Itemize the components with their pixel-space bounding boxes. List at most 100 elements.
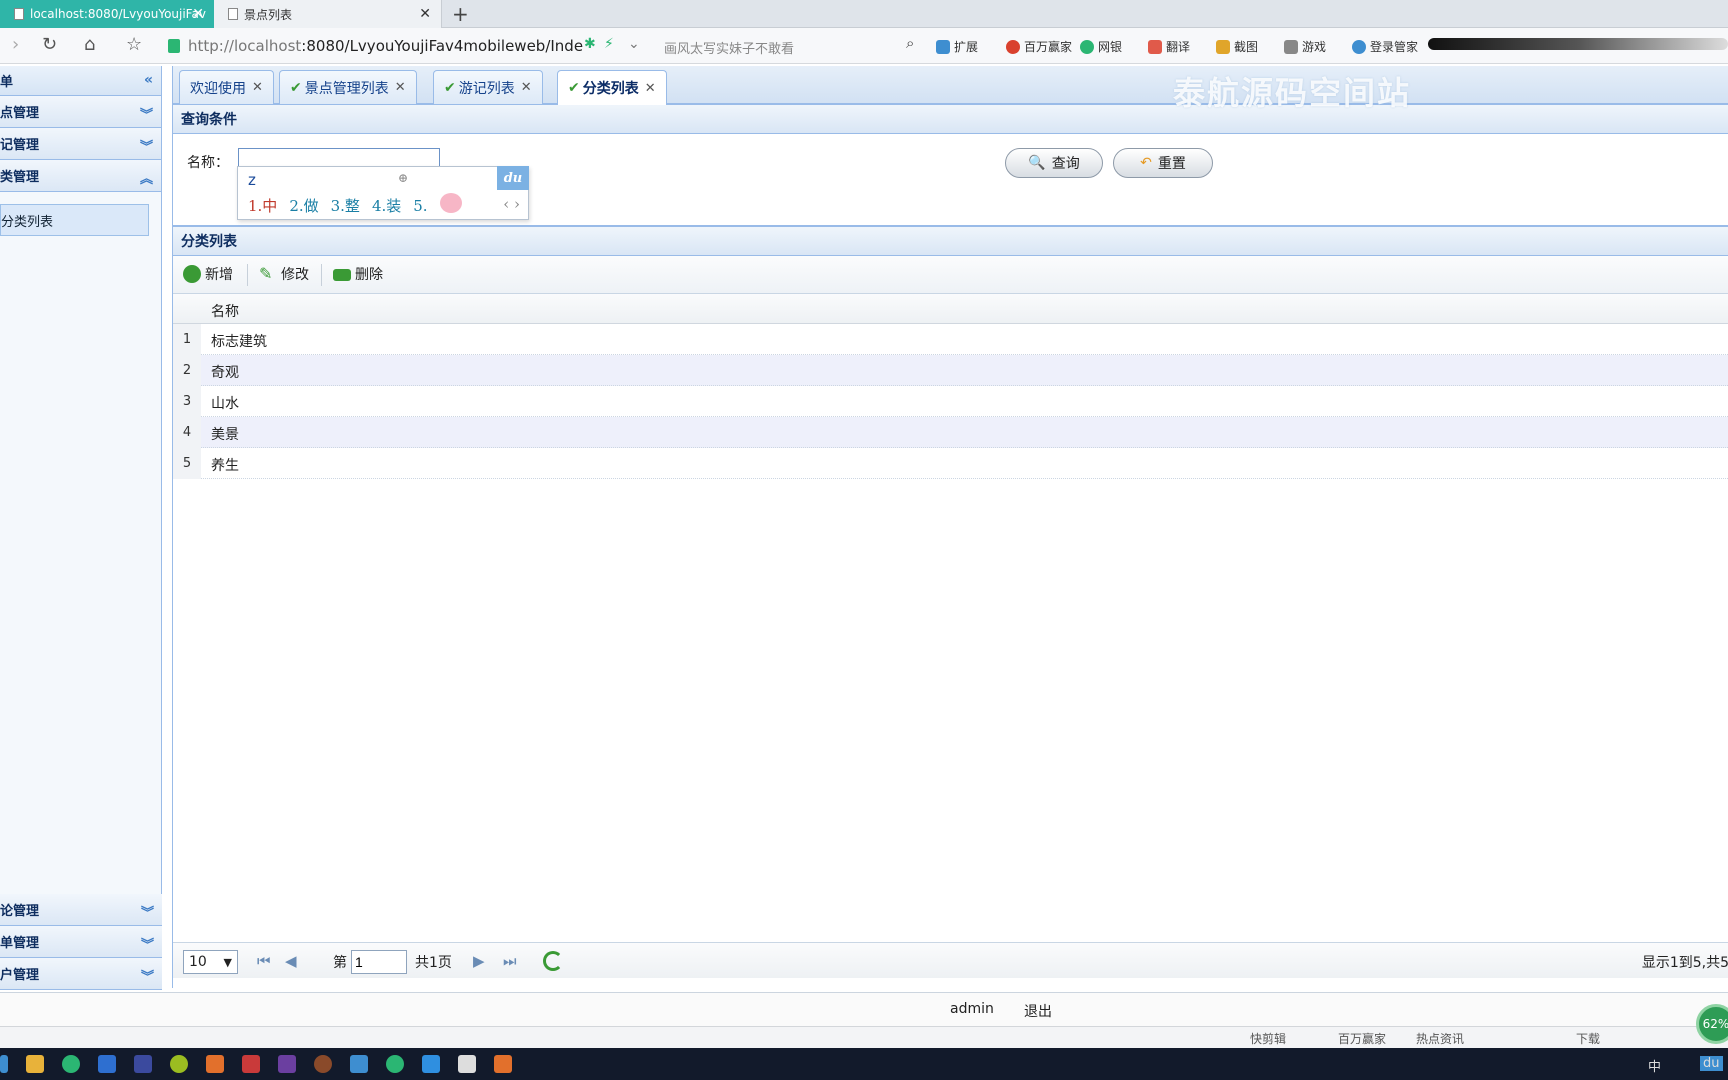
close-icon[interactable]: ✕ <box>395 80 406 95</box>
search-input[interactable]: 画风太写实妹子不敢看 <box>664 38 794 57</box>
search-icon[interactable]: ⌕ <box>906 34 914 52</box>
ime-candidate[interactable]: 5. <box>413 197 427 215</box>
page-number-input[interactable] <box>351 950 407 974</box>
ime-du-indicator[interactable]: du <box>1700 1056 1723 1071</box>
app-icon[interactable] <box>386 1055 404 1073</box>
url-field[interactable]: http://localhost:8080/LvyouYoujiFav4mobi… <box>168 33 648 59</box>
add-button[interactable]: 新增 <box>183 264 233 284</box>
refresh-icon[interactable] <box>543 951 563 971</box>
menu-section-label: 点管理 <box>0 106 40 121</box>
query-panel-title: 查询条件 <box>173 104 1728 134</box>
app-icon[interactable] <box>350 1055 368 1073</box>
folder-icon[interactable] <box>26 1055 44 1073</box>
table-row[interactable]: 1 标志建筑 <box>173 324 1728 355</box>
last-page-icon[interactable]: ⏭ <box>503 952 517 970</box>
tab-category-list[interactable]: ✔ 分类列表 ✕ <box>557 70 667 105</box>
emoji-pig-icon[interactable] <box>440 193 462 213</box>
speed-badge[interactable]: 62% <box>1696 1004 1728 1044</box>
app-icon[interactable] <box>242 1055 260 1073</box>
status-quickclip[interactable]: 快剪辑 <box>1250 1030 1286 1047</box>
close-icon[interactable]: ✕ <box>192 6 204 22</box>
delete-icon <box>333 269 351 281</box>
collapse-left-icon[interactable]: « <box>144 72 153 88</box>
table-row[interactable]: 3 山水 <box>173 386 1728 417</box>
undo-arrow-icon: ↶ <box>1140 155 1152 171</box>
app-icon[interactable] <box>278 1055 296 1073</box>
tab-travelnote-list[interactable]: ✔ 游记列表 ✕ <box>433 70 543 104</box>
status-bwyj[interactable]: 百万赢家 <box>1338 1030 1386 1047</box>
menu-section-travelnote[interactable]: 记管理 ︾ <box>0 128 161 160</box>
browser-tab-inactive[interactable]: 景点列表 ✕ <box>214 0 442 28</box>
table-row[interactable]: 5 养生 <box>173 448 1728 479</box>
ext-translate[interactable]: 翻译 <box>1148 38 1190 55</box>
app-icon[interactable] <box>458 1055 476 1073</box>
ext-screenshot[interactable]: 截图 <box>1216 38 1258 55</box>
ext-bank[interactable]: 网银 <box>1080 38 1122 55</box>
app-icon[interactable] <box>98 1055 116 1073</box>
app-icon[interactable] <box>134 1055 152 1073</box>
ext-bwyj[interactable]: 百万赢家 <box>1006 38 1072 55</box>
browser-tab-active[interactable]: localhost:8080/LvyouYoujiFav ✕ <box>0 0 214 28</box>
status-download[interactable]: 下载 <box>1576 1030 1600 1047</box>
reload-icon[interactable]: ↻ <box>42 34 57 55</box>
ext-label: 百万赢家 <box>1024 40 1073 54</box>
table-row[interactable]: 4 美景 <box>173 417 1728 448</box>
forward-icon[interactable]: › <box>12 34 19 55</box>
ext-login[interactable]: 登录管家 <box>1352 38 1418 55</box>
table-row[interactable]: 2 奇观 <box>173 355 1728 386</box>
sidebar-item-category-list[interactable]: 分类列表 <box>0 204 149 236</box>
menu-section-category[interactable]: 类管理 ︽ <box>0 160 161 192</box>
ext-extensions[interactable]: 扩展 <box>936 38 978 55</box>
row-number: 2 <box>173 355 201 386</box>
chevron-down-icon[interactable]: ⌄ <box>628 36 640 52</box>
menu-section-scenic[interactable]: 点管理 ︾ <box>0 96 161 128</box>
menu-section-comment[interactable]: 论管理 ︾ <box>0 894 162 926</box>
reset-button[interactable]: ↶ 重置 <box>1113 148 1213 178</box>
delete-button[interactable]: 删除 <box>333 264 383 284</box>
lightning-icon[interactable]: ⚡ <box>604 36 614 52</box>
name-label: 名称： <box>187 155 229 171</box>
status-news[interactable]: 热点资讯 <box>1416 1030 1464 1047</box>
app-icon[interactable] <box>170 1055 188 1073</box>
close-icon[interactable]: ✕ <box>645 81 656 96</box>
speed-icon[interactable]: ✱ <box>584 36 596 52</box>
page-size-select[interactable]: 10 ▼ <box>183 950 238 974</box>
menu-bottom-sections: 论管理 ︾ 单管理 ︾ 户管理 ︾ <box>0 894 162 990</box>
start-icon[interactable] <box>0 1055 8 1073</box>
chevron-double-down-icon: ︾ <box>139 140 153 155</box>
tab-welcome[interactable]: 欢迎使用 ✕ <box>179 70 274 104</box>
search-button[interactable]: 🔍 查询 <box>1005 148 1103 178</box>
app-icon[interactable] <box>494 1055 512 1073</box>
close-icon[interactable]: ✕ <box>521 80 532 95</box>
check-icon: ✔ <box>568 80 580 96</box>
new-tab-button[interactable]: + <box>452 2 469 26</box>
app-icon[interactable] <box>206 1055 224 1073</box>
close-icon[interactable]: ✕ <box>419 6 431 22</box>
browser-icon[interactable] <box>62 1055 80 1073</box>
ext-games[interactable]: 游戏 <box>1284 38 1326 55</box>
home-icon[interactable]: ⌂ <box>84 34 95 55</box>
edit-button[interactable]: ✎ 修改 <box>259 264 309 284</box>
close-icon[interactable]: ✕ <box>252 80 263 95</box>
ime-indicator[interactable]: 中 <box>1648 1056 1661 1075</box>
shield-icon <box>168 39 180 53</box>
ime-candidate[interactable]: 2.做 <box>289 197 318 215</box>
ime-candidate[interactable]: 1.中 <box>248 197 277 215</box>
prev-page-icon[interactable]: ◀ <box>285 952 297 970</box>
plus-circle-icon[interactable]: ⊕ <box>398 171 408 185</box>
logout-link[interactable]: 退出 <box>1024 1001 1052 1021</box>
bookmark-star-icon[interactable]: ☆ <box>126 34 142 55</box>
ime-candidate[interactable]: 4.装 <box>372 197 401 215</box>
app-icon[interactable] <box>314 1055 332 1073</box>
ime-page-arrows[interactable]: ‹ › <box>503 195 520 213</box>
next-page-icon[interactable]: ▶ <box>473 952 485 970</box>
app-icon[interactable] <box>422 1055 440 1073</box>
tab-scenic-list[interactable]: ✔ 景点管理列表 ✕ <box>279 70 417 104</box>
menu-section-order[interactable]: 单管理 ︾ <box>0 926 162 958</box>
column-header-name[interactable]: 名称 <box>211 301 239 321</box>
ime-candidate[interactable]: 3.整 <box>331 197 360 215</box>
app-footer: admin 退出 <box>0 992 1728 1026</box>
menu-section-user[interactable]: 户管理 ︾ <box>0 958 162 990</box>
first-page-icon[interactable]: ⏮ <box>257 952 271 970</box>
browser-tab-strip: localhost:8080/LvyouYoujiFav ✕ 景点列表 ✕ + <box>0 0 1728 28</box>
